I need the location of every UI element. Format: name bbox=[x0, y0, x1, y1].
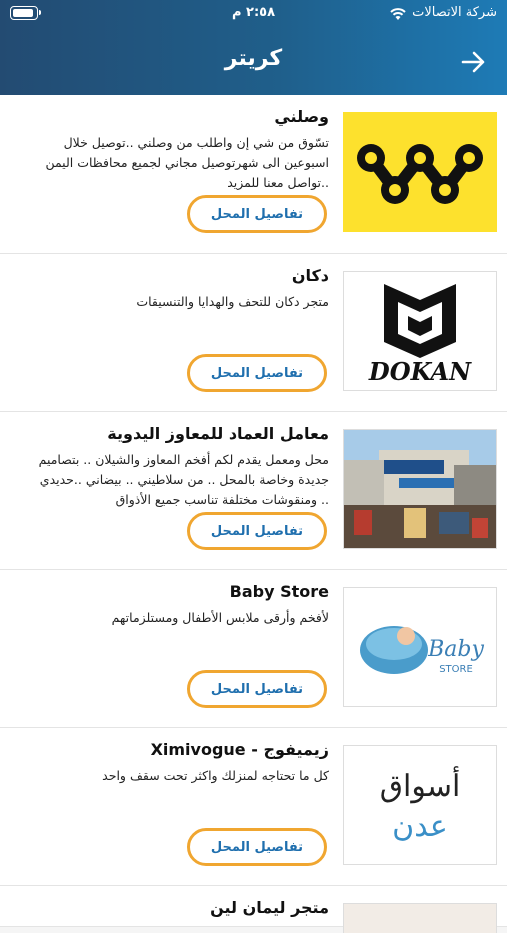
store-logo-partial bbox=[343, 903, 497, 933]
shop-photo-icon bbox=[344, 430, 496, 548]
store-card[interactable]: Baby STORE Baby Store لأفخم وأرقى ملابس … bbox=[0, 570, 507, 728]
store-card[interactable]: DOKAN دكان متجر دكان للتحف والهدايا والت… bbox=[0, 254, 507, 412]
app-header: ٢:٥٨ م شركة الاتصالات كريتر bbox=[0, 0, 507, 95]
baby-store-logo-icon: Baby STORE bbox=[360, 626, 484, 675]
store-name: Baby Store bbox=[229, 582, 329, 601]
store-card[interactable]: أسواق عدن زيميفوج - Ximivogue كل ما تحتا… bbox=[0, 728, 507, 886]
store-card[interactable]: وصلني تسّوق من شي إن واطلب من وصلني ..تو… bbox=[0, 95, 507, 254]
wasalni-logo-icon bbox=[357, 144, 483, 204]
baby-logo-text: Baby bbox=[427, 637, 484, 662]
store-name: متجر ليمان لين bbox=[210, 898, 329, 917]
store-details-button[interactable]: تفاصيل المحل bbox=[187, 195, 327, 233]
status-bar: ٢:٥٨ م شركة الاتصالات bbox=[0, 3, 507, 25]
store-details-button[interactable]: تفاصيل المحل bbox=[187, 512, 327, 550]
store-list: وصلني تسّوق من شي إن واطلب من وصلني ..تو… bbox=[0, 95, 507, 933]
store-description: تسّوق من شي إن واطلب من وصلني ..توصيل خل… bbox=[45, 135, 329, 190]
store-name: وصلني bbox=[274, 107, 329, 126]
store-name: زيميفوج - Ximivogue bbox=[150, 740, 329, 759]
wifi-icon bbox=[390, 8, 406, 20]
store-details-button[interactable]: تفاصيل المحل bbox=[187, 828, 327, 866]
store-details-button[interactable]: تفاصيل المحل bbox=[187, 354, 327, 392]
store-description: كل ما تحتاجه لمنزلك واكثر تحت سقف واحد bbox=[102, 768, 329, 783]
store-details-button[interactable]: تفاصيل المحل bbox=[187, 670, 327, 708]
aden-logo-text: عدن bbox=[392, 809, 448, 844]
store-logo-wasalni bbox=[343, 112, 497, 232]
back-arrow-icon[interactable] bbox=[459, 48, 487, 76]
store-card[interactable]: معامل العماد للمعاوز اليدوية محل ومعمل ي… bbox=[0, 412, 507, 570]
store-name: معامل العماد للمعاوز اليدوية bbox=[107, 424, 329, 443]
store-description: محل ومعمل يقدم لكم أفخم المعاوز والشيلان… bbox=[38, 452, 329, 507]
store-name: دكان bbox=[291, 266, 329, 285]
store-photo-emad bbox=[343, 429, 497, 549]
store-logo-dokan: DOKAN bbox=[343, 271, 497, 391]
page-title: كريتر bbox=[224, 46, 283, 71]
store-description: لأفخم وأرقى ملابس الأطفال ومستلزماتهم bbox=[111, 610, 329, 625]
carrier-name: شركة الاتصالات bbox=[412, 5, 497, 20]
store-description: متجر دكان للتحف والهدايا والتنسيقات bbox=[136, 294, 329, 309]
dokan-logo-text: DOKAN bbox=[368, 357, 472, 386]
store-card-partial[interactable]: متجر ليمان لين bbox=[0, 886, 507, 933]
store-logo-baby: Baby STORE bbox=[343, 587, 497, 707]
store-logo-ximivogue: أسواق عدن bbox=[343, 745, 497, 865]
aswaq-aden-logo-icon: أسواق عدن bbox=[380, 766, 461, 844]
dokan-logo-icon: DOKAN bbox=[368, 284, 472, 386]
aswaq-logo-text: أسواق bbox=[380, 766, 461, 804]
baby-logo-subtext: STORE bbox=[439, 664, 473, 675]
